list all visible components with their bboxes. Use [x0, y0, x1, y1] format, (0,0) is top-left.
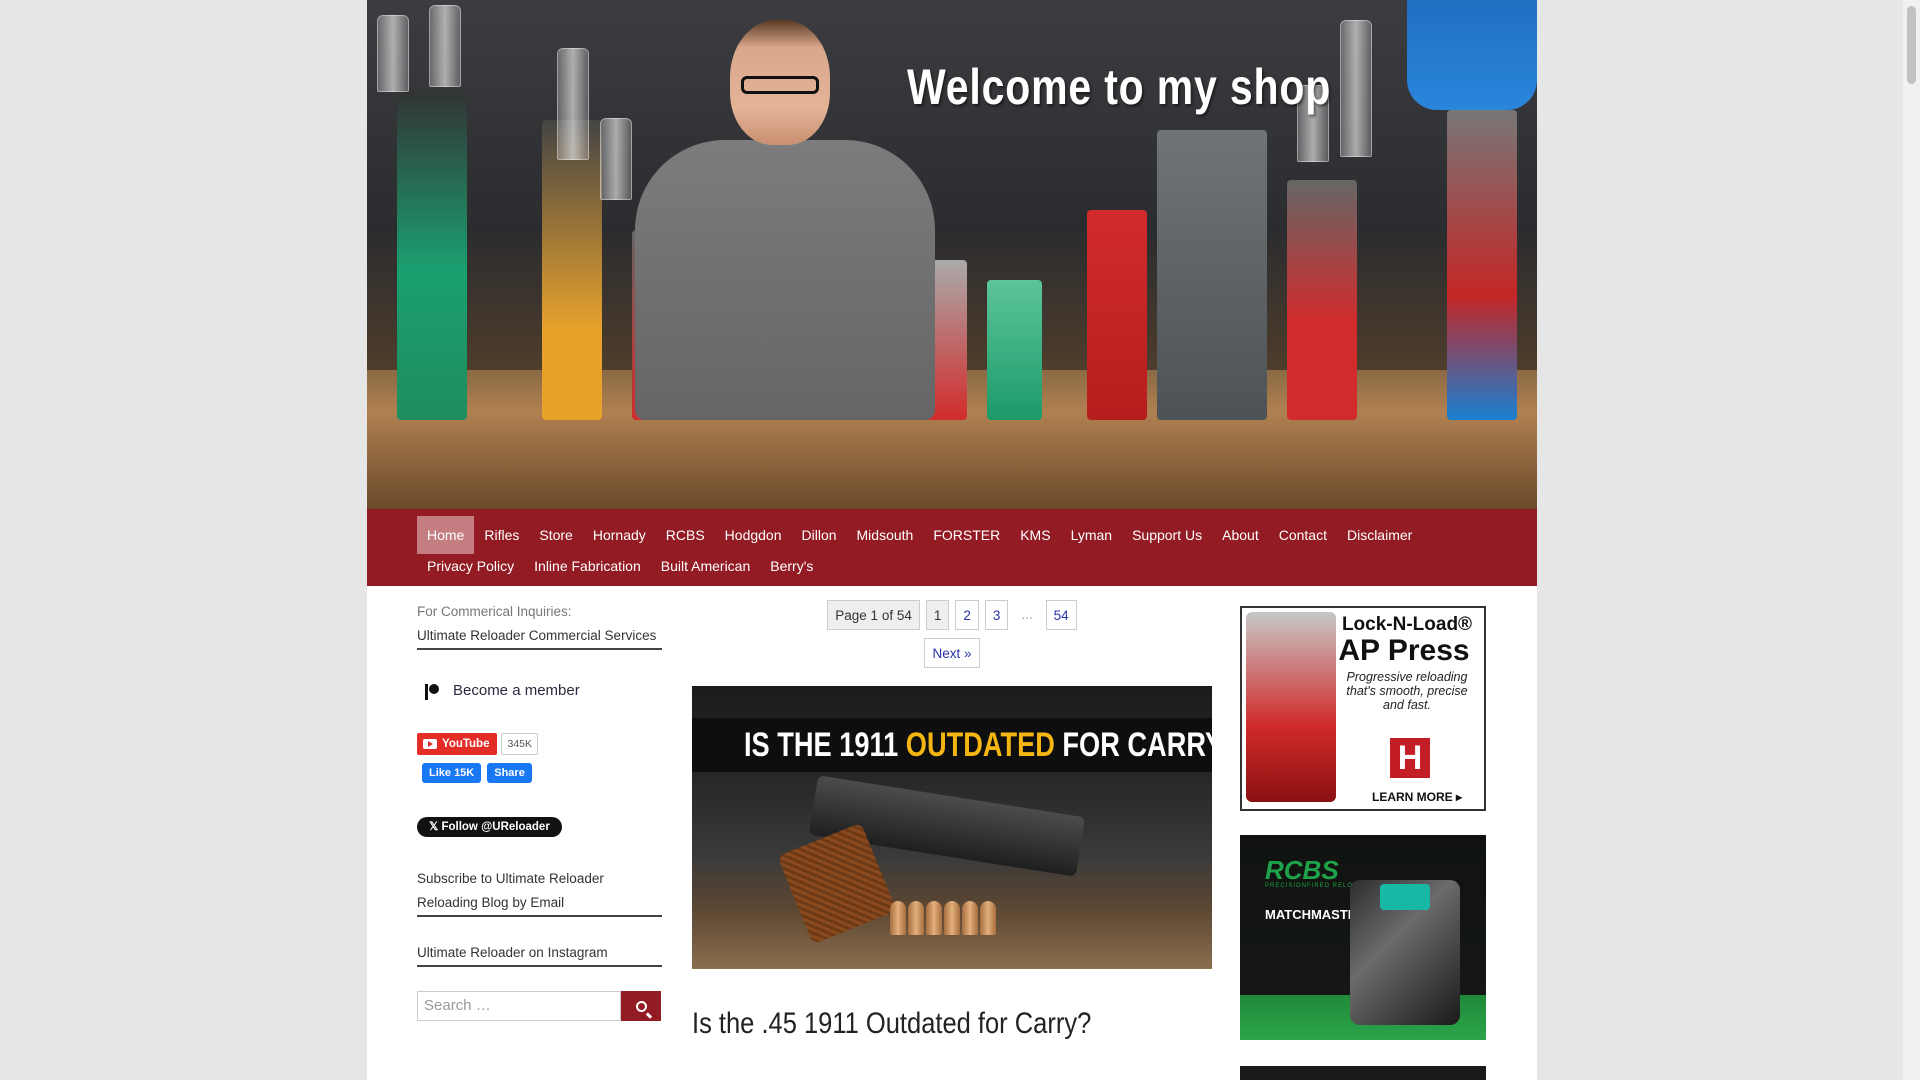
- header-banner[interactable]: Welcome to my shop: [367, 0, 1537, 509]
- cartridge-image: [908, 901, 924, 935]
- press-image: [987, 280, 1042, 420]
- next-page-link[interactable]: Next »: [924, 638, 980, 668]
- person-shirt-image: [635, 140, 935, 420]
- instagram-link[interactable]: Ultimate Reloader on Instagram: [417, 941, 662, 967]
- youtube-label: YouTube: [442, 738, 490, 750]
- learn-more-link[interactable]: LEARN MORE ▸: [1372, 790, 1462, 804]
- commercial-label: For Commerical Inquiries:: [417, 604, 572, 619]
- nav-item-forster[interactable]: FORSTER: [923, 516, 1010, 554]
- featured-image[interactable]: IS THE 1911 OUTDATED FOR CARRY?: [692, 686, 1212, 969]
- nav-item-rcbs[interactable]: RCBS: [656, 516, 715, 554]
- cartridge-image: [962, 901, 978, 935]
- featured-image-title: IS THE 1911 OUTDATED FOR CARRY?: [744, 726, 1212, 765]
- left-sidebar: For Commerical Inquiries: Ultimate Reloa…: [417, 600, 662, 1021]
- powder-tube-image: [377, 15, 409, 92]
- nav-item-kms[interactable]: KMS: [1010, 516, 1060, 554]
- post-title[interactable]: Is the .45 1911 Outdated for Carry?: [692, 1007, 1134, 1041]
- glasses-image: [741, 76, 819, 94]
- youtube-icon: [423, 739, 437, 749]
- hornady-ad[interactable]: Lock-N-Load® AP Press Progressive reload…: [1240, 606, 1486, 811]
- hopper-image: [1407, 0, 1537, 110]
- banner-title: Welcome to my shop: [907, 59, 1332, 115]
- featured-title-pre: IS THE 1911: [744, 726, 906, 764]
- youtube-subscribe-widget[interactable]: YouTube 345K: [417, 733, 662, 755]
- nav-item-support-us[interactable]: Support Us: [1122, 516, 1212, 554]
- become-member-label: Become a member: [453, 682, 580, 699]
- nav-item-contact[interactable]: Contact: [1269, 516, 1337, 554]
- cartridge-image: [944, 901, 960, 935]
- press-image: [542, 120, 602, 420]
- page-info: Page 1 of 54: [827, 600, 920, 630]
- nav-item-inline-fabrication[interactable]: Inline Fabrication: [524, 554, 651, 578]
- page-link-last[interactable]: 54: [1045, 600, 1077, 630]
- nav-item-hornady[interactable]: Hornady: [583, 516, 656, 554]
- cartridge-image: [980, 901, 996, 935]
- featured-title-highlight: OUTDATED: [905, 726, 1055, 764]
- facebook-like-button[interactable]: Like 15K: [422, 763, 482, 783]
- powder-tube-image: [557, 48, 589, 160]
- nav-item-dillon[interactable]: Dillon: [792, 516, 847, 554]
- commercial-services-link[interactable]: Ultimate Reloader Commercial Services: [417, 624, 662, 650]
- powder-tube-image: [600, 118, 632, 200]
- press-image: [1246, 612, 1336, 802]
- facebook-share-button[interactable]: Share: [487, 763, 532, 783]
- ad1-line1: Lock-N-Load®: [1341, 614, 1473, 635]
- rcbs-logo: RCBS: [1265, 855, 1339, 885]
- x-icon: 𝕏: [429, 821, 442, 833]
- powder-tube-image: [1340, 20, 1372, 157]
- right-sidebar: Lock-N-Load® AP Press Progressive reload…: [1240, 606, 1486, 1080]
- nav-row-2: Privacy Policy Inline Fabrication Built Am…: [417, 554, 823, 578]
- press-image: [1287, 180, 1357, 420]
- press-image: [1447, 110, 1517, 420]
- nav-item-built-american[interactable]: Built American: [651, 554, 760, 578]
- lathe-image: [1157, 130, 1267, 420]
- main-content: Page 1 of 54 1 2 3 ... 54 Next » IS THE …: [692, 600, 1212, 1041]
- nav-item-hodgdon[interactable]: Hodgdon: [715, 516, 792, 554]
- pagination-next-row: Next »: [692, 638, 1212, 668]
- page-link-current: 1: [925, 600, 950, 630]
- twitter-follow-button[interactable]: 𝕏 Follow @UReloader: [417, 817, 562, 837]
- nav-row-1: Home Rifles Store Hornady RCBS Hodgdon Dillon M…: [417, 516, 1422, 554]
- youtube-button[interactable]: YouTube: [417, 733, 498, 755]
- matchmaster-device-image: [1350, 880, 1460, 1025]
- press-image: [1087, 210, 1147, 420]
- subscribe-email-link[interactable]: Subscribe to Ultimate Reloader Reloading…: [417, 867, 662, 917]
- featured-title-post: FOR CARRY?: [1062, 726, 1212, 764]
- ad1-line2: AP Press: [1338, 634, 1470, 667]
- scrollbar-thumb[interactable]: [1907, 6, 1916, 84]
- third-ad[interactable]: [1240, 1066, 1486, 1080]
- page-scrollbar[interactable]: [1903, 0, 1920, 1080]
- search-icon: [635, 1000, 647, 1012]
- patreon-icon: [425, 683, 439, 700]
- powder-tube-image: [429, 5, 461, 87]
- page-ellipsis: ...: [1014, 600, 1040, 630]
- main-nav: Home Rifles Store Hornady RCBS Hodgdon Dillon M…: [367, 509, 1537, 586]
- page-link[interactable]: 2: [955, 600, 979, 630]
- press-image: [397, 90, 467, 420]
- cartridge-image: [890, 901, 906, 935]
- nav-item-lyman[interactable]: Lyman: [1061, 516, 1123, 554]
- nav-item-midsouth[interactable]: Midsouth: [847, 516, 924, 554]
- search-input[interactable]: Search …: [417, 991, 621, 1021]
- pagination: Page 1 of 54 1 2 3 ... 54: [692, 600, 1212, 630]
- youtube-subscriber-count: 345K: [501, 733, 539, 755]
- nav-item-disclaimer[interactable]: Disclaimer: [1337, 516, 1422, 554]
- page: Welcome to my shop Home Rifles Store Hornad…: [367, 0, 1537, 1080]
- become-member-link[interactable]: Become a member: [417, 682, 662, 700]
- nav-item-privacy-policy[interactable]: Privacy Policy: [417, 554, 524, 578]
- ad1-tagline: Progressive reloading that's smooth, pre…: [1346, 670, 1468, 712]
- cartridge-image: [926, 901, 942, 935]
- search-button[interactable]: [621, 991, 661, 1021]
- hornady-logo: H: [1390, 738, 1430, 778]
- page-link[interactable]: 3: [984, 600, 1009, 630]
- nav-item-berry-s[interactable]: Berry's: [760, 554, 823, 578]
- nav-item-store[interactable]: Store: [529, 516, 582, 554]
- nav-item-home[interactable]: Home: [417, 516, 475, 554]
- twitter-follow-label: Follow @UReloader: [441, 821, 550, 833]
- nav-item-about[interactable]: About: [1212, 516, 1269, 554]
- facebook-widget: Like 15K Share: [422, 763, 662, 783]
- nav-item-rifles[interactable]: Rifles: [474, 516, 529, 554]
- search-form: Search …: [417, 991, 662, 1021]
- rcbs-ad[interactable]: RCBS PRECISIONFIRED RELOADING MATCHMASTE…: [1240, 835, 1486, 1040]
